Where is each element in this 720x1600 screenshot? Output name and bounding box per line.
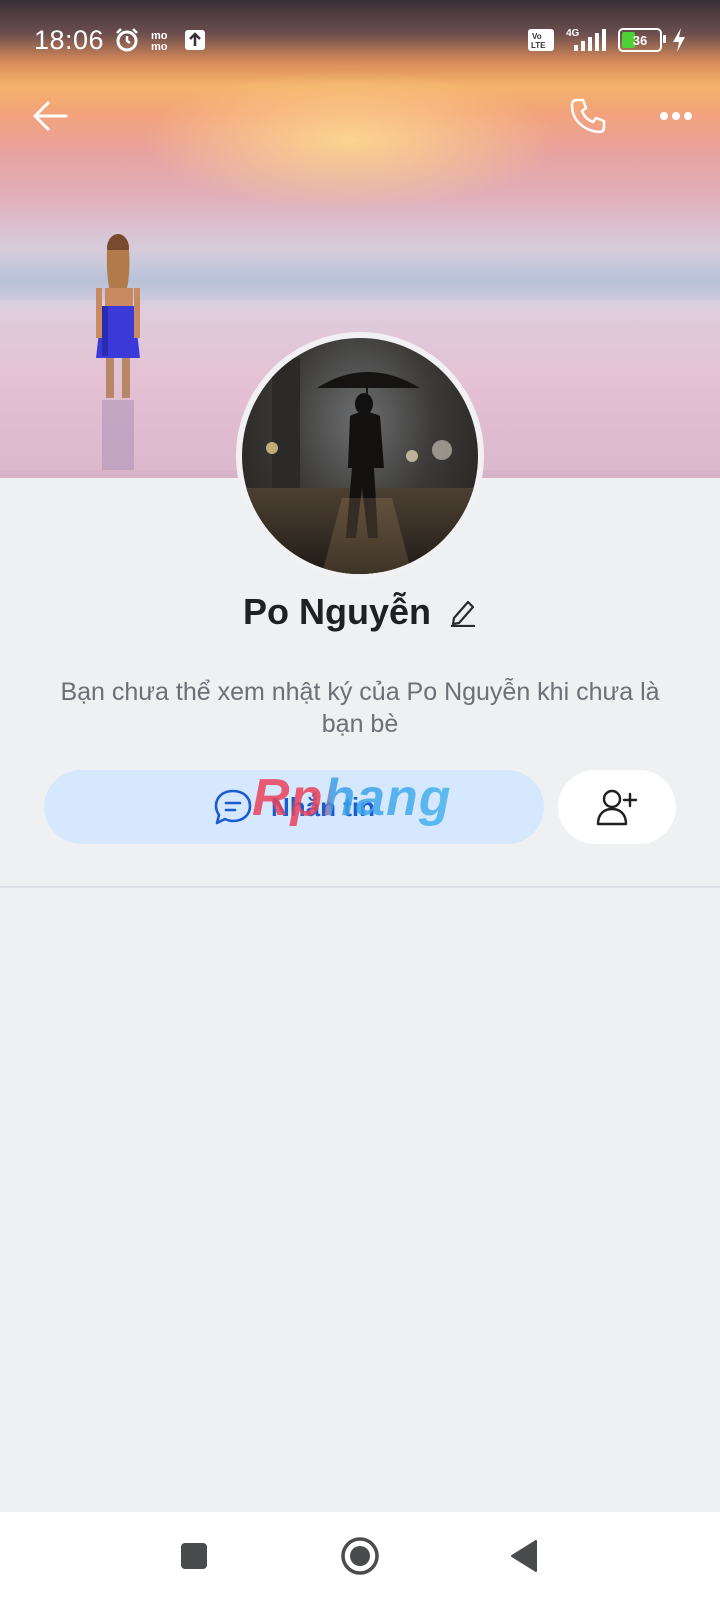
status-time: 18:06 xyxy=(34,24,105,55)
status-bar: 18:06 mo mo Vo LTE 4G 36 xyxy=(0,0,720,80)
privacy-note: Bạn chưa thể xem nhật ký của Po Nguyễn k… xyxy=(60,678,660,738)
profile-name-row: Po Nguyễn xyxy=(0,582,720,642)
circle-home-icon xyxy=(341,1537,379,1575)
add-friend-button[interactable] xyxy=(558,770,676,844)
svg-text:mo: mo xyxy=(151,41,168,52)
back-arrow-icon xyxy=(33,101,68,131)
back-button[interactable] xyxy=(22,88,78,144)
message-button-label: Nhắn tin xyxy=(271,791,375,822)
battery-icon: 36 xyxy=(618,28,666,52)
svg-text:Vo: Vo xyxy=(532,32,542,41)
avatar-photo xyxy=(242,338,478,574)
phone-icon xyxy=(570,98,606,134)
volte-icon: Vo LTE xyxy=(528,29,554,51)
system-nav-bar xyxy=(0,1512,720,1600)
profile-avatar[interactable] xyxy=(236,332,484,580)
charging-icon xyxy=(672,28,686,52)
chat-bubble-icon xyxy=(214,789,252,825)
alarm-icon xyxy=(114,27,140,53)
profile-name: Po Nguyễn xyxy=(242,591,431,632)
svg-text:LTE: LTE xyxy=(531,41,546,50)
recents-button[interactable] xyxy=(168,1530,220,1582)
more-options-button[interactable] xyxy=(648,88,704,144)
add-user-icon xyxy=(596,789,638,826)
back-nav-button[interactable] xyxy=(498,1530,550,1582)
more-icon xyxy=(660,112,692,120)
momo-icon: mo mo xyxy=(150,28,174,52)
edit-name-button[interactable] xyxy=(449,597,477,627)
square-recents-icon xyxy=(181,1543,207,1569)
signal-icon: 4G xyxy=(564,27,608,53)
triangle-back-icon xyxy=(511,1540,537,1572)
section-divider xyxy=(0,886,720,888)
pencil-icon xyxy=(451,600,475,627)
call-button[interactable] xyxy=(560,88,616,144)
home-button[interactable] xyxy=(334,1530,386,1582)
svg-text:4G: 4G xyxy=(566,28,580,39)
cover-woman-figure xyxy=(96,234,140,470)
upload-icon xyxy=(184,29,206,51)
message-button[interactable]: Nhắn tin xyxy=(44,770,544,844)
battery-level: 36 xyxy=(632,32,648,48)
profile-toolbar xyxy=(0,80,720,150)
